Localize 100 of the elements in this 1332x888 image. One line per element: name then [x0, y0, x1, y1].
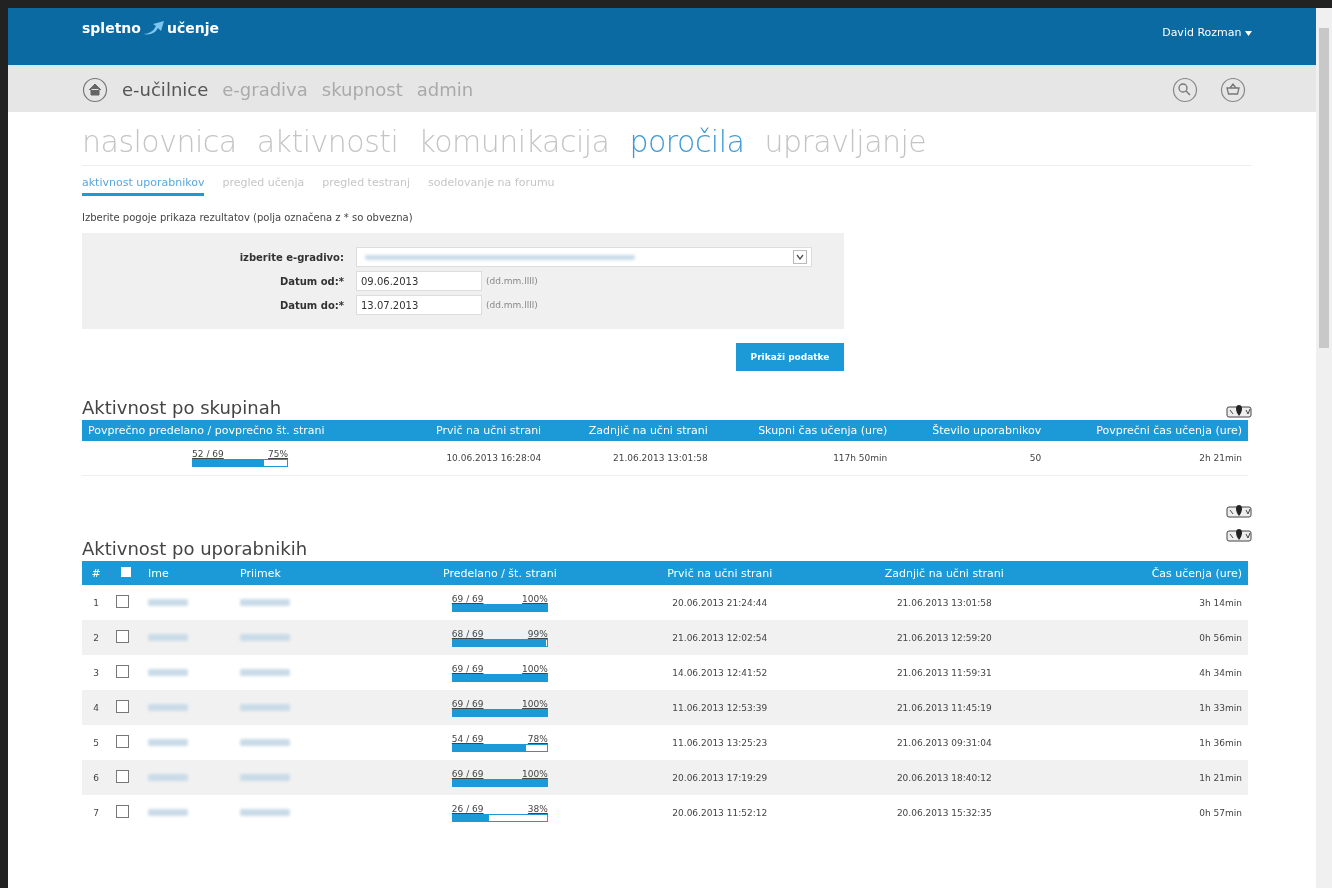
redacted-text: [240, 633, 290, 641]
row-number: 3: [82, 655, 110, 690]
table-cell: 14.06.2013 12:41:52: [613, 655, 826, 690]
percent-text: 78%: [527, 733, 548, 744]
percent-text: 75%: [268, 449, 289, 459]
sub-tab[interactable]: aktivnost uporabnikov: [82, 176, 205, 196]
table-cell: 21.06.2013 11:45:19: [825, 690, 1063, 725]
user-menu[interactable]: David Rozman: [1162, 26, 1252, 39]
column-header: #: [82, 561, 110, 585]
column-header: Povprečni čas učenja (ure): [1047, 420, 1248, 441]
column-header: Zadnjič na učni strani: [547, 420, 714, 441]
column-header: Zadnjič na učni strani: [825, 561, 1063, 585]
home-icon[interactable]: [82, 76, 108, 103]
format-hint: (dd.mm.llll): [486, 300, 538, 310]
scrollbar[interactable]: [1316, 8, 1332, 888]
column-header: Število uporabnikov: [893, 420, 1048, 441]
pages-count: 68 / 69: [451, 628, 484, 639]
row-checkbox[interactable]: [116, 805, 129, 818]
percent-text: 100%: [522, 698, 548, 709]
logo-text[interactable]: spletno: [82, 19, 141, 36]
row-number: 6: [82, 760, 110, 795]
percent-text: 100%: [522, 663, 548, 674]
redacted-text: [148, 738, 188, 746]
field-label: Datum od:*: [278, 275, 344, 287]
nav-link[interactable]: e-gradiva: [222, 79, 308, 100]
date-field[interactable]: 13.07.2013: [356, 295, 482, 315]
row-checkbox[interactable]: [116, 735, 129, 748]
caret-icon: [1245, 30, 1252, 36]
date-field[interactable]: 09.06.2013: [356, 271, 482, 291]
column-header: Priimek: [234, 561, 386, 585]
section-title: Aktivnost po uporabnikih: [82, 538, 308, 559]
redacted-text: [148, 598, 188, 606]
table-cell: 20.06.2013 11:52:12: [613, 795, 826, 830]
table-cell: 1h 36min: [1062, 725, 1248, 760]
column-header: Prvič na učni strani: [398, 420, 548, 441]
table-cell: 21.06.2013 09:31:04: [825, 725, 1063, 760]
column-header: Povprečno predelano / povprečno št. strani: [82, 420, 399, 441]
tab[interactable]: poročila: [629, 124, 745, 159]
table-cell: 21.06.2013 12:59:20: [825, 620, 1063, 655]
logo-text[interactable]: učenje: [166, 19, 219, 36]
redacted-text: [148, 808, 188, 816]
table-cell: 21.06.2013 13:01:58: [547, 441, 714, 476]
export-icon[interactable]: [1226, 404, 1252, 420]
row-checkbox[interactable]: [116, 665, 129, 678]
sub-tab[interactable]: pregled učenja: [222, 176, 305, 196]
row-checkbox[interactable]: [116, 595, 129, 608]
row-checkbox[interactable]: [116, 630, 129, 643]
row-checkbox[interactable]: [116, 770, 129, 783]
table-cell: 2h 21min: [1047, 441, 1248, 476]
pages-count: 69 / 69: [451, 698, 484, 709]
column-header: Skupni čas učenja (ure): [713, 420, 894, 441]
row-number: 2: [82, 620, 110, 655]
tab[interactable]: upravljanje: [764, 124, 927, 159]
show-data-button[interactable]: Prikaži podatke: [736, 343, 844, 371]
section-title: Aktivnost po skupinah: [82, 397, 282, 418]
sub-tab[interactable]: pregled testranj: [322, 176, 411, 196]
format-hint: (dd.mm.llll): [486, 276, 538, 286]
table-cell: 21.06.2013 12:02:54: [613, 620, 826, 655]
pages-count: 52 / 69: [192, 449, 224, 459]
table-cell: 10.06.2013 16:28:04: [398, 441, 548, 476]
redacted-text: [148, 633, 188, 641]
table-cell: 0h 56min: [1062, 620, 1248, 655]
tab[interactable]: komunikacija: [418, 124, 610, 159]
percent-text: 99%: [527, 628, 548, 639]
nav-link[interactable]: admin: [416, 79, 474, 100]
field-label: izberite e-gradivo:: [238, 251, 344, 263]
redacted-text: [148, 773, 188, 781]
tab[interactable]: naslovnica: [82, 124, 237, 159]
pages-count: 69 / 69: [451, 593, 484, 604]
column-header: Prvič na učni strani: [613, 561, 826, 585]
table-cell: 11.06.2013 13:25:23: [613, 725, 826, 760]
nav-link[interactable]: e-učilnice: [122, 79, 209, 100]
basket-icon[interactable]: [1220, 76, 1246, 103]
percent-text: 38%: [527, 803, 548, 814]
select-all-checkbox[interactable]: [121, 566, 131, 577]
export-icon[interactable]: [1226, 528, 1252, 544]
table-cell: 0h 57min: [1062, 795, 1248, 830]
table-cell: 1h 21min: [1062, 760, 1248, 795]
table-cell: 20.06.2013 15:32:35: [825, 795, 1063, 830]
row-checkbox[interactable]: [116, 700, 129, 713]
column-header: Čas učenja (ure): [1062, 561, 1248, 585]
table-cell: 50: [893, 441, 1048, 476]
export-icon[interactable]: [1226, 504, 1252, 520]
pages-count: 69 / 69: [451, 663, 484, 674]
table-cell: 117h 50min: [713, 441, 894, 476]
select-field[interactable]: [356, 247, 812, 267]
table-cell: 11.06.2013 12:53:39: [613, 690, 826, 725]
redacted-text: [148, 703, 188, 711]
nav-link[interactable]: skupnost: [321, 79, 403, 100]
table-cell: 21.06.2013 11:59:31: [825, 655, 1063, 690]
redacted-text: [240, 668, 290, 676]
redacted-text: [240, 598, 290, 606]
tab[interactable]: aktivnosti: [256, 124, 399, 159]
row-number: 7: [82, 795, 110, 830]
pages-count: 26 / 69: [451, 803, 484, 814]
search-icon[interactable]: [1172, 76, 1198, 103]
table-cell: 21.06.2013 13:01:58: [825, 585, 1063, 620]
table-cell: 1h 33min: [1062, 690, 1248, 725]
sub-tab[interactable]: sodelovanje na forumu: [428, 176, 555, 196]
field-label: Datum do:*: [278, 299, 344, 311]
